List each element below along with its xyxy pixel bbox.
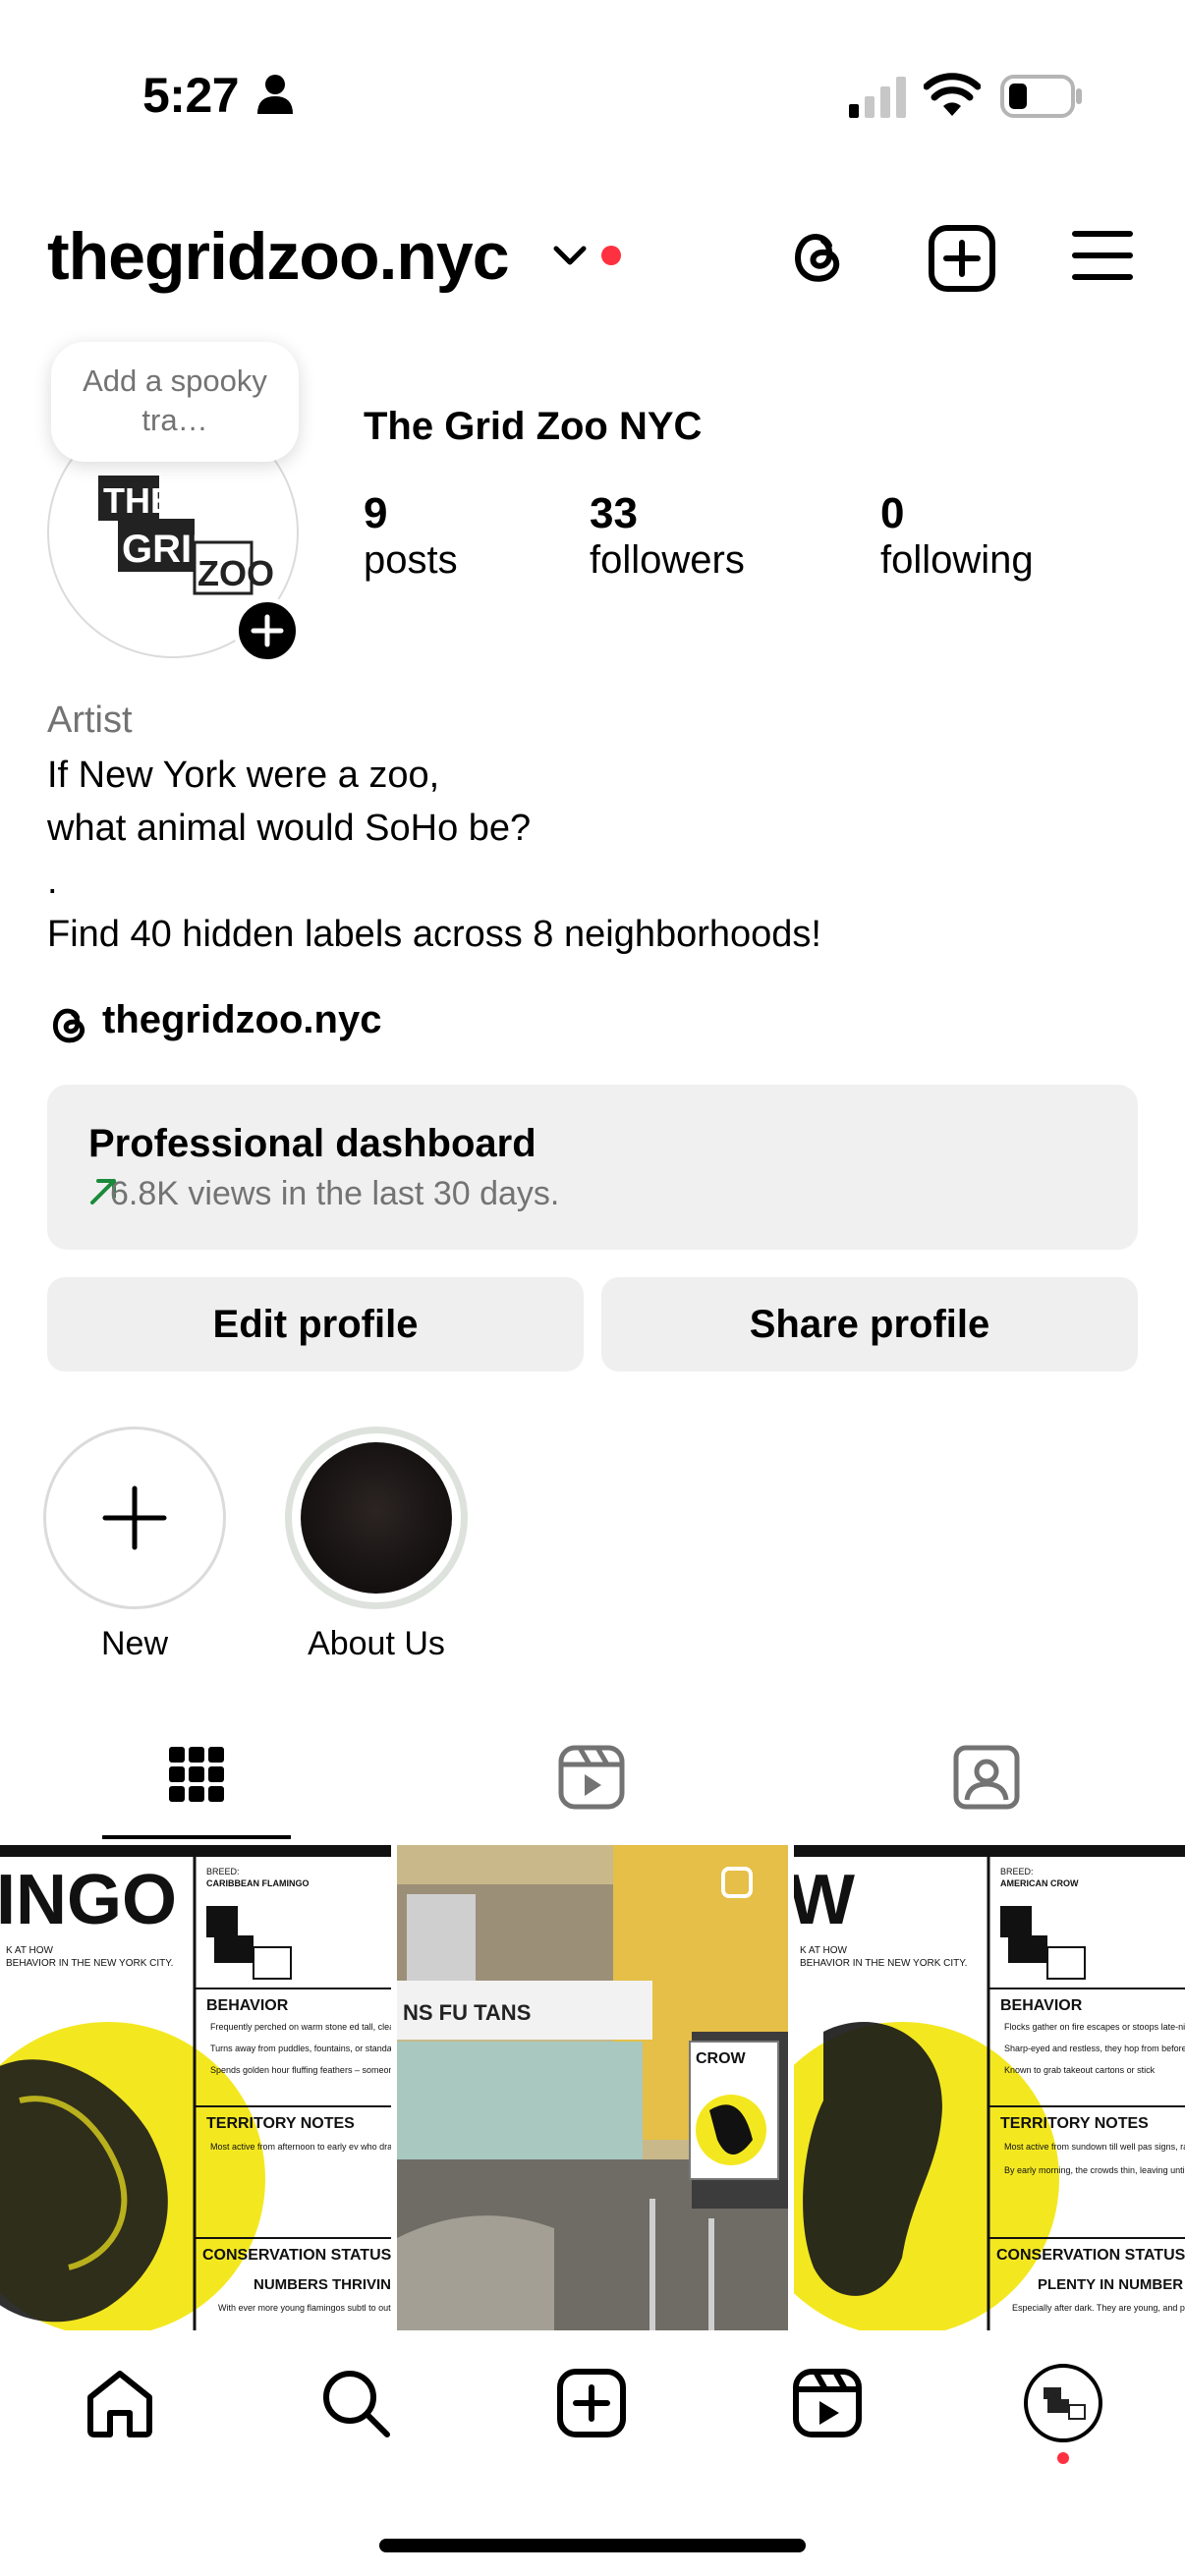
threads-profile-link[interactable]: thegridzoo.nyc (102, 998, 381, 1042)
active-tab-indicator (102, 1835, 291, 1839)
username-switcher[interactable]: thegridzoo.nyc (47, 218, 510, 295)
post-3-image: W K AT HOW BEHAVIOR IN THE NEW YORK CITY.… (794, 1845, 1185, 2330)
svg-text:Sharp-eyed and restless, they: Sharp-eyed and restless, they hop from b… (1004, 2044, 1185, 2053)
post-1-image: INGO K AT HOW BEHAVIOR IN THE NEW YORK CI… (0, 1845, 391, 2330)
svg-text:Most active from afternoon to: Most active from afternoon to early ev w… (210, 2142, 391, 2152)
svg-text:NS FU TANS: NS FU TANS (403, 2000, 531, 2025)
profile-tab-avatar[interactable] (1024, 2364, 1102, 2442)
highlight-about-us[interactable] (285, 1427, 468, 1609)
following-count: 0 (880, 489, 905, 537)
svg-text:Frequently perched on warm sto: Frequently perched on warm stone ed tall… (210, 2022, 391, 2032)
svg-text:TERRITORY NOTES: TERRITORY NOTES (206, 2115, 355, 2132)
posts-stat[interactable]: 9 posts (364, 489, 458, 583)
following-stat[interactable]: 0 following (880, 489, 1034, 583)
tagged-tab-icon[interactable] (953, 1745, 1020, 1810)
svg-text:CONSERVATION STATUS: CONSERVATION STATUS (996, 2247, 1185, 2264)
svg-text:Turns away from puddles, fount: Turns away from puddles, fountains, or s… (210, 2044, 391, 2053)
followers-label: followers (590, 538, 745, 582)
wifi-icon (924, 73, 981, 116)
svg-text:Especially after dark. They ar: Especially after dark. They are young, a… (1012, 2303, 1185, 2313)
svg-text:THE: THE (103, 480, 174, 521)
profile-bio: If New York were a zoo, what animal woul… (47, 755, 821, 955)
grid-post-1[interactable]: INGO K AT HOW BEHAVIOR IN THE NEW YORK CI… (0, 1845, 391, 2330)
following-label: following (880, 538, 1034, 582)
post-2-image: NS FU TANS CROW (397, 1845, 788, 2330)
search-icon[interactable] (320, 2368, 391, 2438)
chevron-down-icon[interactable] (552, 244, 588, 267)
highlight-cover-image (301, 1442, 452, 1594)
status-time: 5:27 (142, 68, 240, 123)
create-post-icon[interactable] (928, 224, 996, 293)
svg-text:CARIBBEAN FLAMINGO: CARIBBEAN FLAMINGO (206, 1878, 310, 1888)
svg-text:Flocks gather on fire escapes: Flocks gather on fire escapes or stoops … (1004, 2022, 1185, 2032)
followers-count: 33 (590, 489, 638, 537)
profile-category: Artist (47, 700, 133, 741)
carousel-icon (721, 1867, 753, 1898)
threads-icon[interactable] (786, 224, 851, 289)
svg-text:PLENTY IN NUMBER: PLENTY IN NUMBER (1038, 2276, 1183, 2293)
svg-text:With ever more young flamingos: With ever more young flamingos subtl to … (218, 2303, 391, 2313)
carousel-icon (1118, 1871, 1150, 1902)
svg-text:TERRITORY NOTES: TERRITORY NOTES (1000, 2115, 1149, 2132)
new-highlight-button[interactable] (43, 1427, 226, 1609)
svg-text:BEHAVIOR: BEHAVIOR (1000, 1997, 1083, 2014)
highlight-label-about-us: About Us (308, 1625, 445, 1662)
edit-profile-button[interactable]: Edit profile (47, 1277, 584, 1372)
cellular-signal-icon (849, 77, 906, 118)
svg-text:AMERICAN CROW: AMERICAN CROW (1000, 1878, 1079, 1888)
share-profile-button[interactable]: Share profile (601, 1277, 1138, 1372)
followers-stat[interactable]: 33 followers (590, 489, 745, 583)
gridzoo-logo-small (1044, 2387, 1086, 2420)
svg-text:CROW: CROW (696, 2050, 747, 2067)
grid-icon[interactable] (167, 1745, 226, 1804)
posts-count: 9 (364, 489, 388, 537)
grid-post-3[interactable]: W K AT HOW BEHAVIOR IN THE NEW YORK CITY.… (794, 1845, 1185, 2330)
home-indicator[interactable] (379, 2539, 806, 2552)
plus-icon (251, 614, 284, 647)
highlight-label-new: New (100, 1625, 169, 1662)
home-icon[interactable] (85, 2368, 155, 2438)
threads-small-icon (52, 1008, 85, 1043)
dashboard-title: Professional dashboard (88, 1122, 536, 1165)
svg-text:Spends golden hour fluffing fe: Spends golden hour fluffing feathers – s… (210, 2065, 391, 2075)
svg-text:Most active from sundown till: Most active from sundown till well pas s… (1004, 2142, 1185, 2152)
create-icon[interactable] (556, 2368, 627, 2438)
menu-icon[interactable] (1071, 228, 1134, 283)
professional-dashboard-card[interactable] (47, 1085, 1138, 1250)
profile-notification-dot (1057, 2452, 1069, 2464)
svg-text:ZOO: ZOO (198, 553, 274, 593)
svg-text:INGO: INGO (0, 1861, 177, 1939)
svg-text:BEHAVIOR: BEHAVIOR (206, 1997, 289, 2014)
svg-text:By early morning, the crowds t: By early morning, the crowds thin, leavi… (1004, 2165, 1185, 2175)
posts-label: posts (364, 538, 458, 582)
svg-text:NUMBERS THRIVING: NUMBERS THRIVING (254, 2276, 391, 2293)
carousel-icon (324, 1871, 356, 1902)
svg-text:BREED:: BREED: (1000, 1867, 1034, 1876)
grid-post-2[interactable]: NS FU TANS CROW (397, 1845, 788, 2330)
svg-text:BREED:: BREED: (206, 1867, 240, 1876)
svg-text:CONSERVATION STATUS: CONSERVATION STATUS (202, 2247, 391, 2264)
reels-tab-icon[interactable] (558, 1745, 625, 1810)
plus-icon (102, 1485, 167, 1550)
svg-text:W: W (794, 1861, 855, 1939)
dashboard-views: 6.8K views in the last 30 days. (110, 1175, 560, 1212)
note-bubble[interactable]: Add a spooky tra… (51, 342, 299, 462)
svg-text:Known to grab takeout cartons: Known to grab takeout cartons or stick (1004, 2065, 1156, 2075)
reels-icon[interactable] (792, 2368, 863, 2438)
person-icon (257, 75, 293, 114)
notification-dot (601, 246, 621, 265)
battery-icon (1000, 75, 1082, 118)
add-story-button[interactable] (234, 597, 301, 664)
display-name: The Grid Zoo NYC (364, 405, 703, 448)
